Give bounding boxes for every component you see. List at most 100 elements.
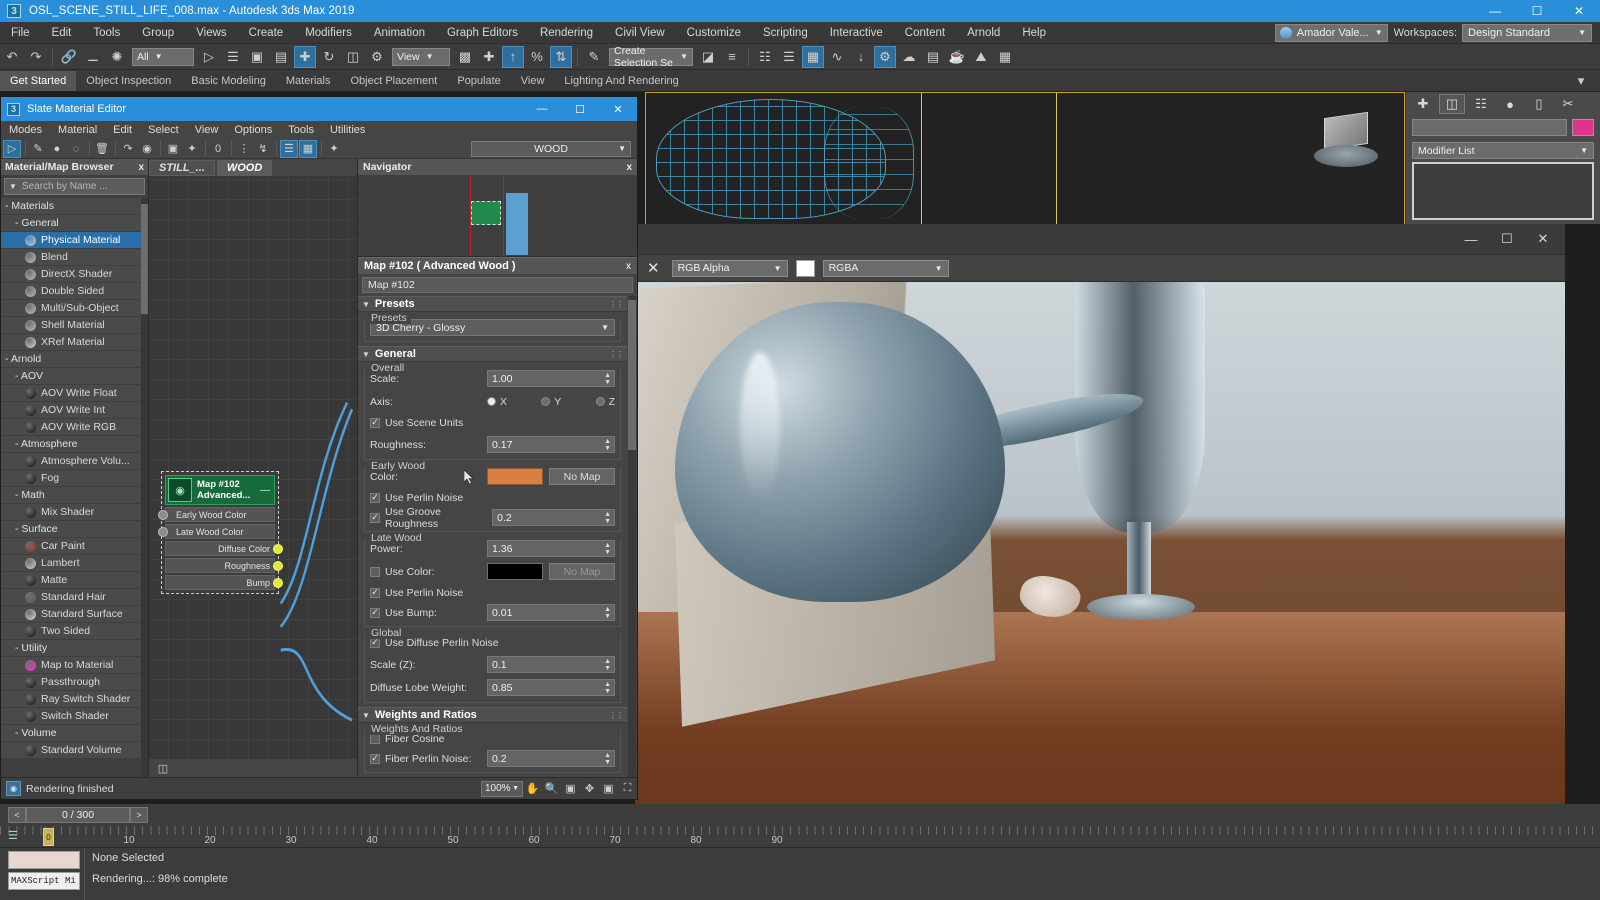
- select-link-icon[interactable]: 🔗: [58, 46, 80, 68]
- clear-image-icon[interactable]: ✕: [647, 259, 660, 277]
- browser-item-atmosphere-volu-[interactable]: Atmosphere Volu...: [1, 453, 148, 469]
- browser-item-matte[interactable]: Matte: [1, 572, 148, 588]
- param-spinner-use-bump[interactable]: 0.01▲▼: [487, 604, 615, 621]
- zoom-region-icon[interactable]: ▣: [561, 780, 580, 798]
- undo-icon[interactable]: ↶: [1, 46, 23, 68]
- ribbon-tab-lighting-and-rendering[interactable]: Lighting And Rendering: [554, 71, 688, 91]
- render-frame-icon[interactable]: ▤: [922, 46, 944, 68]
- snaps-toggle-icon[interactable]: ✚: [478, 46, 500, 68]
- key-filters-icon[interactable]: ☰: [8, 829, 18, 842]
- ribbon-tab-object-inspection[interactable]: Object Inspection: [76, 71, 181, 91]
- slate-menu-options[interactable]: Options: [226, 121, 280, 139]
- browser-item-two-sided[interactable]: Two Sided: [1, 623, 148, 639]
- show-in-viewport-icon[interactable]: ◉: [138, 140, 156, 158]
- menu-help[interactable]: Help: [1011, 22, 1057, 44]
- menu-scripting[interactable]: Scripting: [752, 22, 819, 44]
- menu-animation[interactable]: Animation: [363, 22, 436, 44]
- parameter-scroll-thumb[interactable]: [628, 300, 636, 450]
- user-account-menu[interactable]: Amador Vale... ▼: [1275, 24, 1388, 42]
- output-socket-icon[interactable]: [273, 561, 283, 571]
- maximize-icon[interactable]: ⛶: [618, 780, 637, 798]
- param-spinner-roughness[interactable]: 0.17▲▼: [487, 436, 615, 453]
- perspective-viewport[interactable]: [645, 92, 1405, 232]
- render-maximize-button[interactable]: ☐: [1489, 226, 1525, 252]
- param-checkbox-use-perlin-noise[interactable]: Use Perlin Noise: [370, 584, 615, 601]
- ribbon-tab-view[interactable]: View: [511, 71, 555, 91]
- slate-menu-view[interactable]: View: [187, 121, 227, 139]
- slate-maximize-button[interactable]: ☐: [561, 97, 599, 121]
- browser-group--volume[interactable]: - Volume: [1, 725, 148, 741]
- browser-item-car-paint[interactable]: Car Paint: [1, 538, 148, 554]
- param-spinner-diffuse-lobe-weight[interactable]: 0.85▲▼: [487, 679, 615, 696]
- curve-editor-icon[interactable]: ▦: [802, 46, 824, 68]
- motion-tab-icon[interactable]: ●: [1497, 94, 1523, 114]
- node-input-early-wood-color[interactable]: Early Wood Color: [165, 507, 275, 522]
- zoom-icon[interactable]: 🔍: [542, 780, 561, 798]
- use-pivot-icon[interactable]: ▩: [454, 46, 476, 68]
- browser-item-lambert[interactable]: Lambert: [1, 555, 148, 571]
- named-selection-icon[interactable]: ✎: [583, 46, 605, 68]
- format-select[interactable]: RGBA ▼: [823, 260, 949, 277]
- spinner-arrows-icon[interactable]: ▲▼: [604, 438, 611, 452]
- hierarchy-tab-icon[interactable]: ☷: [1468, 94, 1494, 114]
- menu-interactive[interactable]: Interactive: [819, 22, 894, 44]
- spinner-arrows-icon[interactable]: ▲▼: [604, 658, 611, 672]
- list-view-icon[interactable]: ☰: [280, 140, 298, 158]
- material-name-input[interactable]: Map #102: [362, 277, 633, 293]
- slate-menu-tools[interactable]: Tools: [280, 121, 322, 139]
- spinner-arrows-icon[interactable]: ▲▼: [604, 511, 611, 525]
- radio-axis-y[interactable]: Y: [541, 396, 561, 408]
- node-minimize-icon[interactable]: —: [260, 485, 272, 496]
- browser-group--math[interactable]: - Math: [1, 487, 148, 503]
- node-canvas[interactable]: ◉ Map #102 Advanced... — Early Wood Colo…: [149, 176, 357, 759]
- view-tab-wood[interactable]: WOOD: [217, 160, 272, 176]
- browser-item-fog[interactable]: Fog: [1, 470, 148, 486]
- select-by-material-icon[interactable]: ✦: [325, 140, 343, 158]
- browser-tree[interactable]: - Materials- GeneralPhysical MaterialBle…: [1, 198, 148, 777]
- arnold-icon[interactable]: ▦: [994, 46, 1016, 68]
- node-output-roughness[interactable]: Roughness: [165, 558, 275, 573]
- rollout-general[interactable]: ▼General⋮⋮: [358, 346, 627, 362]
- menu-tools[interactable]: Tools: [82, 22, 131, 44]
- slate-menu-modes[interactable]: Modes: [1, 121, 50, 139]
- browser-group--surface[interactable]: - Surface: [1, 521, 148, 537]
- param-checkbox-use-perlin-noise[interactable]: Use Perlin Noise: [370, 489, 615, 506]
- workspace-select[interactable]: Design Standard ▼: [1462, 24, 1592, 42]
- rectangular-region-icon[interactable]: ▣: [246, 46, 268, 68]
- browser-item-multi-sub-object[interactable]: Multi/Sub-Object: [1, 300, 148, 316]
- browser-search-input[interactable]: ▼ Search by Name ...: [4, 178, 145, 195]
- radio-axis-z[interactable]: Z: [596, 396, 615, 408]
- menu-arnold[interactable]: Arnold: [956, 22, 1011, 44]
- unlink-icon[interactable]: ⚊: [82, 46, 104, 68]
- angle-snap-icon[interactable]: ↑: [502, 46, 524, 68]
- menu-civil-view[interactable]: Civil View: [604, 22, 676, 44]
- checkbox-icon[interactable]: [370, 588, 380, 598]
- close-button[interactable]: ✕: [1558, 0, 1600, 22]
- pan-icon[interactable]: ✋: [523, 780, 542, 798]
- menu-modifiers[interactable]: Modifiers: [294, 22, 363, 44]
- render-minimize-button[interactable]: —: [1453, 226, 1489, 252]
- parameter-rollouts[interactable]: ▼Presets⋮⋮Presets3D Cherry - Glossy▼▼Gen…: [358, 296, 637, 777]
- spinner-arrows-icon[interactable]: ▲▼: [604, 542, 611, 556]
- param-spinner-power[interactable]: 1.36▲▼: [487, 540, 615, 557]
- menu-create[interactable]: Create: [238, 22, 295, 44]
- spinner-snap-icon[interactable]: ⇅: [550, 46, 572, 68]
- slate-zoom-select[interactable]: 100% ▼: [481, 781, 523, 797]
- navigator-node-proxy[interactable]: [471, 201, 501, 225]
- background-color-swatch[interactable]: [796, 260, 815, 277]
- view-selector[interactable]: WOOD ▼: [471, 141, 631, 157]
- layout-icon[interactable]: ⋮: [235, 140, 253, 158]
- move-children-icon[interactable]: ↷: [119, 140, 137, 158]
- browser-item-standard-volume[interactable]: Standard Volume: [1, 742, 148, 758]
- time-slider-handle[interactable]: 0: [43, 828, 54, 846]
- output-socket-icon[interactable]: [273, 544, 283, 554]
- select-rotate-icon[interactable]: ↻: [318, 46, 340, 68]
- browser-group--arnold[interactable]: - Arnold: [1, 351, 148, 367]
- menu-group[interactable]: Group: [131, 22, 185, 44]
- browser-close-icon[interactable]: x: [138, 162, 144, 173]
- ribbon-tab-materials[interactable]: Materials: [276, 71, 341, 91]
- menu-content[interactable]: Content: [894, 22, 956, 44]
- selection-filter-select[interactable]: All ▼: [132, 48, 194, 66]
- modifier-stack[interactable]: [1412, 162, 1594, 220]
- node-map-102[interactable]: ◉ Map #102 Advanced... — Early Wood Colo…: [161, 471, 279, 594]
